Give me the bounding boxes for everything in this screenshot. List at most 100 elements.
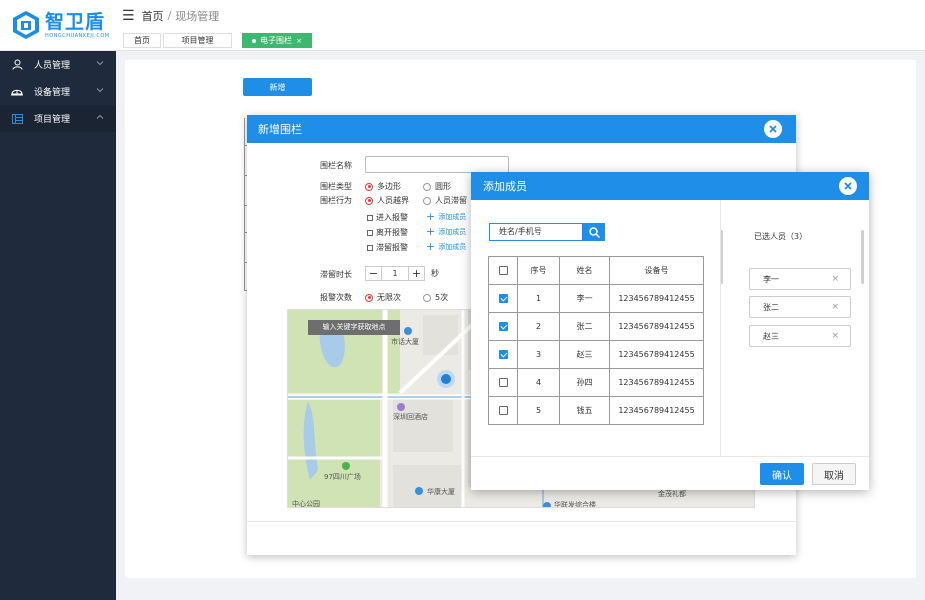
behavior-cross-radio[interactable]: 人员越界 [365, 195, 409, 206]
tab-label: 项目管理 [181, 36, 214, 45]
plus-icon: + [426, 210, 436, 223]
panel-divider [720, 200, 721, 456]
type-polygon-radio[interactable]: 多边形 [365, 181, 401, 192]
plus-icon: + [426, 225, 436, 238]
map-label: 华康大厦 [427, 488, 455, 496]
row-checkbox[interactable] [498, 322, 508, 331]
remove-chip-icon[interactable]: × [831, 274, 839, 284]
radio-label: 人员滞留 [435, 196, 467, 205]
dialog-title: 新增围栏 [258, 123, 302, 136]
sidebar-item-projects[interactable]: 项目管理 [0, 105, 116, 132]
alarm-leave-checkbox[interactable]: 离开报警 [367, 227, 408, 238]
row-device: 123456789412455 [609, 396, 704, 425]
row-name: 孙四 [559, 368, 610, 397]
right-scrollbar[interactable] [861, 230, 864, 284]
tab-label: 电子围栏 [260, 36, 293, 45]
table-row[interactable]: 1 李一 123456789412455 [488, 284, 704, 313]
search-icon [588, 226, 600, 238]
decrement-button[interactable]: − [366, 267, 381, 280]
radio-label: 人员越界 [377, 196, 409, 205]
sidebar-item-people[interactable]: 人员管理 [0, 51, 116, 78]
checkbox-label: 离开报警 [376, 228, 408, 237]
select-all-cell[interactable] [488, 256, 518, 285]
tab-home[interactable]: 首页 [123, 33, 161, 48]
remove-chip-icon[interactable]: × [831, 331, 839, 341]
fence-name-input[interactable] [365, 156, 509, 173]
member-search-input[interactable]: 姓名/手机号 [489, 223, 583, 241]
table-row[interactable]: 3 赵三 123456789412455 [488, 340, 704, 369]
alarm-enter-checkbox[interactable]: 进入报警 [367, 212, 408, 223]
breadcrumb-home[interactable]: 首页 [142, 8, 164, 24]
chevron-down-icon [96, 88, 104, 93]
fence-name-label: 围栏名称 [320, 161, 352, 170]
row-name: 钱五 [559, 396, 610, 425]
close-dialog-button[interactable] [839, 177, 857, 195]
tab-label: 首页 [134, 36, 150, 45]
type-circle-radio[interactable]: 圆形 [423, 181, 451, 192]
row-checkbox[interactable] [498, 294, 508, 303]
tab-fence[interactable]: 电子围栏 × [242, 33, 312, 48]
stepper-value[interactable]: 1 [381, 267, 409, 280]
new-button[interactable]: 新增 [243, 78, 312, 96]
stay-duration-label: 滞留时长 [320, 270, 352, 279]
close-icon [769, 125, 777, 133]
row-checkbox[interactable] [498, 406, 508, 415]
row-checkbox[interactable] [498, 350, 508, 359]
menu-toggle-icon[interactable]: ☰ [122, 8, 135, 24]
column-header: 序号 [517, 256, 560, 285]
device-icon [11, 86, 23, 98]
map-search-input[interactable]: 输入关键字获取地点 [308, 320, 400, 335]
table-row[interactable]: 5 钱五 123456789412455 [488, 396, 704, 425]
selected-count-title: 已选人员（3） [754, 232, 808, 241]
table-row[interactable]: 2 张二 123456789412455 [488, 312, 704, 341]
add-member-leave-link[interactable]: + 添加成员 [426, 225, 466, 238]
selected-member-chip: 张二 × [749, 296, 851, 318]
add-member-stay-link[interactable]: + 添加成员 [426, 241, 466, 252]
row-device: 123456789412455 [609, 284, 704, 313]
add-member-enter-link[interactable]: + 添加成员 [426, 210, 467, 223]
cancel-button[interactable]: 取消 [812, 463, 856, 485]
row-name: 张二 [559, 312, 610, 341]
map-label: 深圳回酒店 [393, 413, 428, 421]
dialog-title: 添加成员 [483, 180, 527, 193]
select-all-checkbox[interactable] [498, 266, 508, 275]
confirm-button[interactable]: 确认 [760, 463, 804, 485]
row-index: 4 [517, 368, 560, 397]
close-dialog-button[interactable] [764, 120, 782, 138]
behavior-stay-radio[interactable]: 人员滞留 [423, 195, 467, 206]
sidebar-item-devices[interactable]: 设备管理 [0, 78, 116, 105]
link-label: 添加成员 [438, 213, 467, 221]
column-header: 姓名 [559, 256, 610, 285]
tab-close-icon[interactable]: × [296, 37, 302, 45]
count-unlimited-radio[interactable]: 无限次 [365, 292, 401, 303]
row-index: 3 [517, 340, 560, 369]
alarm-stay-checkbox[interactable]: 滞留报警 [367, 242, 408, 253]
row-name: 李一 [559, 284, 610, 313]
project-icon [11, 113, 23, 125]
remove-chip-icon[interactable]: × [831, 302, 839, 312]
active-dot-icon [252, 38, 257, 43]
sidebar-item-label: 设备管理 [34, 88, 71, 98]
top-bar: ☰ 首页 / 现场管理 [116, 0, 925, 31]
member-search-button[interactable] [583, 223, 605, 241]
member-table: 序号 姓名 设备号 1 李一 123456789412455 2 张二 1234… [488, 256, 704, 425]
brand-sub: HONGCHUANKEJI.COM [45, 33, 110, 39]
tab-projects[interactable]: 项目管理 [163, 33, 232, 48]
row-index: 2 [517, 312, 560, 341]
breadcrumb-current: 现场管理 [175, 9, 220, 23]
increment-button[interactable]: + [409, 267, 424, 280]
stay-unit-label: 秒 [431, 269, 439, 278]
chevron-down-icon [96, 61, 104, 66]
checkbox-label: 滞留报警 [376, 243, 408, 252]
stay-duration-stepper: − 1 + [365, 266, 425, 281]
row-device: 123456789412455 [609, 340, 704, 369]
radio-label: 多边形 [377, 182, 401, 191]
sidebar-item-label: 项目管理 [34, 115, 71, 125]
row-checkbox[interactable] [498, 378, 508, 387]
fence-type-label: 围栏类型 [320, 182, 352, 191]
count-five-radio[interactable]: 5次 [423, 292, 448, 303]
map-label: 市话大厦 [391, 338, 419, 346]
fence-behavior-label: 围栏行为 [320, 196, 352, 205]
selected-member-chip: 李一 × [749, 268, 851, 290]
table-row[interactable]: 4 孙四 123456789412455 [488, 368, 704, 397]
